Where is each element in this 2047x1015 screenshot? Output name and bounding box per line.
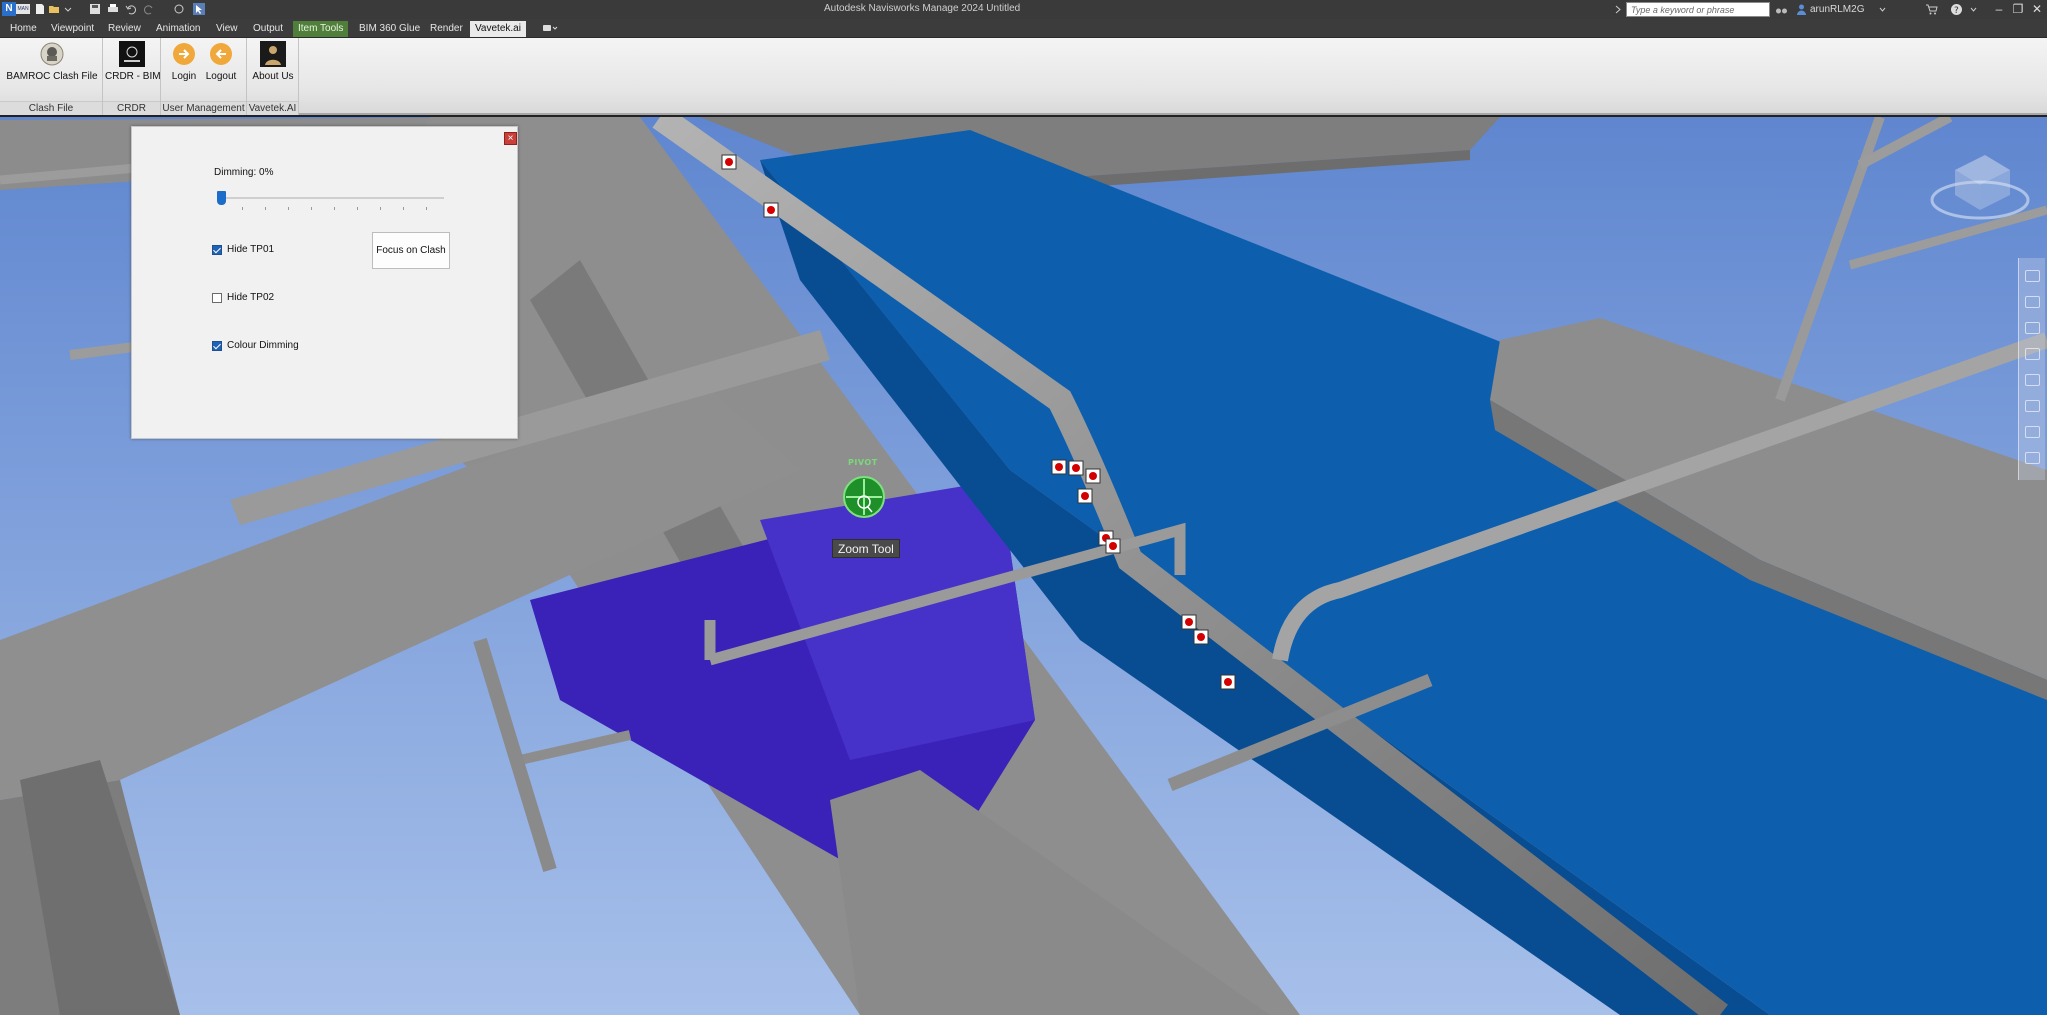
hide-tp01-check[interactable] bbox=[212, 245, 222, 255]
window-title: Autodesk Navisworks Manage 2024 Untitled bbox=[824, 3, 1021, 14]
steering-wheel-icon[interactable] bbox=[2025, 270, 2040, 282]
navbar-options-icon[interactable] bbox=[2025, 452, 2040, 464]
zoom-tool-tooltip: Zoom Tool bbox=[832, 539, 900, 558]
title-bar: N MAN Autodesk Navisworks Manage 2024 Un… bbox=[0, 0, 2047, 19]
ribbon-panel: BAMROC Clash File Clash File CRDR - BIM … bbox=[0, 38, 2047, 115]
open-menu-chevron-icon[interactable] bbox=[62, 3, 74, 15]
orbit-icon[interactable] bbox=[2025, 348, 2040, 360]
binoculars-icon[interactable] bbox=[1775, 3, 1788, 16]
crdr-logo-icon bbox=[119, 41, 145, 67]
cart-icon[interactable] bbox=[1925, 3, 1938, 16]
hide-tp02-label: Hide TP02 bbox=[227, 292, 275, 303]
tab-render[interactable]: Render bbox=[425, 21, 468, 37]
fly-icon[interactable] bbox=[2025, 426, 2040, 438]
search-expand-icon[interactable] bbox=[1612, 3, 1625, 16]
slider-tick bbox=[311, 207, 312, 210]
dimming-panel: × Dimming: 0% Hide TP01 Hide TP02 Colour… bbox=[131, 126, 518, 439]
slider-tick bbox=[403, 207, 404, 210]
print-icon[interactable] bbox=[107, 3, 119, 15]
slider-tick bbox=[380, 207, 381, 210]
app-logo-icon[interactable]: N bbox=[2, 2, 16, 16]
tab-review[interactable]: Review bbox=[103, 21, 146, 37]
look-icon[interactable] bbox=[2025, 374, 2040, 386]
login-label: Login bbox=[171, 71, 197, 82]
logout-label: Logout bbox=[205, 71, 237, 82]
navigation-bar bbox=[2018, 258, 2045, 480]
colour-dimming-check[interactable] bbox=[212, 341, 222, 351]
colour-dimming-label: Colour Dimming bbox=[227, 340, 299, 351]
help-menu-chevron-icon[interactable] bbox=[1967, 3, 1980, 16]
dimming-slider-track[interactable] bbox=[219, 197, 444, 199]
slider-tick bbox=[426, 207, 427, 210]
user-account-icon[interactable] bbox=[1795, 3, 1808, 16]
ribbon-group-label-crdr: CRDR bbox=[103, 101, 160, 115]
crdr-bim-button[interactable]: CRDR - BIM bbox=[105, 41, 161, 82]
dimming-slider-thumb[interactable] bbox=[217, 191, 226, 205]
user-name[interactable]: arunRLM2G bbox=[1810, 4, 1864, 15]
crdr-bim-label: CRDR - BIM bbox=[105, 71, 161, 82]
zoom-icon[interactable] bbox=[2025, 322, 2040, 334]
login-icon bbox=[173, 43, 195, 65]
ribbon-options-icon[interactable] bbox=[537, 21, 563, 37]
pivot-label: PIVOT bbox=[848, 458, 878, 467]
tab-vavetek-ai[interactable]: Vavetek.ai bbox=[470, 21, 526, 37]
ribbon-group-label-user-management: User Management bbox=[161, 101, 246, 115]
tab-viewpoint[interactable]: Viewpoint bbox=[46, 21, 99, 37]
svg-text:?: ? bbox=[1954, 6, 1959, 16]
ribbon-tab-bar: Home Viewpoint Review Animation View Out… bbox=[0, 19, 2047, 38]
logout-icon bbox=[210, 43, 232, 65]
hide-tp01-label: Hide TP01 bbox=[227, 244, 275, 255]
logout-button[interactable]: Logout bbox=[201, 41, 241, 82]
select-cursor-icon[interactable] bbox=[193, 3, 205, 15]
bamroc-clash-file-label: BAMROC Clash File bbox=[6, 71, 98, 82]
tab-output[interactable]: Output bbox=[248, 21, 288, 37]
slider-tick bbox=[242, 207, 243, 210]
ribbon-group-label-clash-file: Clash File bbox=[0, 101, 102, 115]
ribbon-group-crdr: CRDR - BIM CRDR bbox=[103, 38, 161, 115]
ribbon-group-clash-file: BAMROC Clash File Clash File bbox=[0, 38, 103, 115]
ribbon-group-vavetek-ai: About Us Vavetek.AI bbox=[247, 38, 299, 115]
ribbon-group-label-vavetek-ai: Vavetek.AI bbox=[247, 101, 298, 115]
focus-on-clash-button[interactable]: Focus on Clash bbox=[372, 232, 450, 269]
walk-icon[interactable] bbox=[2025, 400, 2040, 412]
bamroc-clash-file-button[interactable]: BAMROC Clash File bbox=[4, 41, 100, 82]
about-us-label: About Us bbox=[252, 71, 294, 82]
help-icon[interactable]: ? bbox=[1950, 3, 1963, 16]
redo-icon[interactable] bbox=[143, 3, 155, 15]
login-button[interactable]: Login bbox=[168, 41, 200, 82]
about-us-button[interactable]: About Us bbox=[249, 41, 297, 82]
pan-icon[interactable] bbox=[2025, 296, 2040, 308]
close-icon[interactable]: ✕ bbox=[2026, 1, 2047, 18]
panel-close-button[interactable]: × bbox=[504, 132, 517, 145]
pivot-zoom-cursor-icon bbox=[843, 476, 885, 518]
refresh-icon[interactable] bbox=[173, 3, 185, 15]
search-input[interactable] bbox=[1626, 2, 1770, 17]
slider-tick bbox=[288, 207, 289, 210]
open-folder-icon[interactable] bbox=[48, 3, 60, 15]
user-menu-chevron-icon[interactable] bbox=[1876, 3, 1889, 16]
ribbon-group-user-management: Login Logout User Management bbox=[161, 38, 247, 115]
undo-icon[interactable] bbox=[125, 3, 137, 15]
tab-bim-360-glue[interactable]: BIM 360 Glue bbox=[354, 21, 425, 37]
app-edition-badge: MAN bbox=[16, 4, 30, 14]
bamroc-logo-icon bbox=[40, 42, 64, 66]
slider-tick bbox=[357, 207, 358, 210]
new-file-icon[interactable] bbox=[34, 3, 46, 15]
tab-home[interactable]: Home bbox=[5, 21, 42, 37]
save-icon[interactable] bbox=[89, 3, 101, 15]
slider-tick bbox=[265, 207, 266, 210]
slider-tick bbox=[334, 207, 335, 210]
tab-animation[interactable]: Animation bbox=[151, 21, 205, 37]
about-us-icon bbox=[260, 41, 286, 67]
tab-item-tools[interactable]: Item Tools bbox=[293, 21, 349, 37]
hide-tp02-check[interactable] bbox=[212, 293, 222, 303]
tab-view[interactable]: View bbox=[211, 21, 243, 37]
dimming-label: Dimming: 0% bbox=[214, 167, 274, 178]
